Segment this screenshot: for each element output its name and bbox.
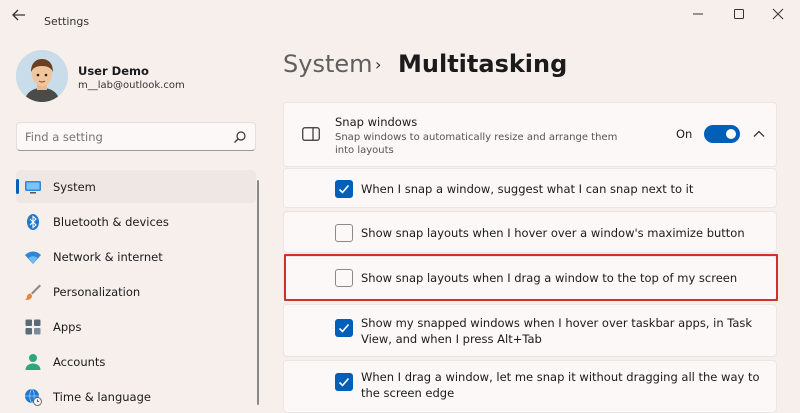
checkbox-suggest-snap[interactable]	[335, 180, 353, 198]
wifi-icon	[25, 251, 41, 264]
sidebar-item-label: System	[53, 180, 96, 194]
sidebar-item-label: Bluetooth & devices	[53, 215, 169, 229]
apps-icon	[25, 319, 41, 335]
sidebar-item-label: Accounts	[53, 355, 106, 369]
bluetooth-icon	[27, 214, 39, 230]
user-email: m__lab@outlook.com	[78, 80, 185, 91]
sidebar-item-label: Apps	[53, 320, 82, 334]
back-button[interactable]	[12, 8, 32, 26]
search-input[interactable]	[17, 123, 217, 150]
sidebar-item-label: Personalization	[53, 285, 141, 299]
option-label: When I drag a window, let me snap it wit…	[361, 370, 760, 400]
user-avatar-icon	[16, 50, 68, 102]
toggle-state-label: On	[676, 127, 693, 141]
arrow-left-icon	[12, 9, 25, 21]
search-icon[interactable]	[233, 130, 247, 144]
option-row-snap-without-edge[interactable]: When I drag a window, let me snap it wit…	[283, 360, 777, 413]
snap-layout-icon	[302, 127, 320, 141]
option-label: When I snap a window, suggest what I can…	[361, 182, 694, 196]
title-bar: Settings	[0, 0, 800, 34]
maximize-button[interactable]	[729, 8, 749, 26]
sidebar-item-network[interactable]: Network & internet	[16, 240, 256, 273]
user-name: User Demo	[78, 64, 149, 78]
option-label: Show snap layouts when I hover over a wi…	[361, 226, 745, 240]
breadcrumb-separator: ›	[375, 55, 382, 74]
option-row-suggest-snap[interactable]: When I snap a window, suggest what I can…	[283, 168, 777, 208]
option-row-hover-maximize[interactable]: Show snap layouts when I hover over a wi…	[283, 211, 777, 253]
snap-windows-card[interactable]: Snap windows Snap windows to automatical…	[283, 102, 777, 167]
minimize-icon	[693, 13, 703, 15]
sidebar-item-apps[interactable]: Apps	[16, 310, 256, 343]
checkbox-hover-maximize[interactable]	[335, 224, 353, 242]
person-icon	[25, 354, 41, 370]
sidebar-item-label: Network & internet	[53, 250, 163, 264]
sidebar-item-label: Time & language	[53, 390, 151, 404]
active-indicator	[16, 179, 19, 194]
page-title: Multitasking	[398, 50, 568, 78]
globe-clock-icon	[25, 388, 42, 406]
avatar[interactable]	[16, 50, 68, 102]
close-button[interactable]	[768, 8, 788, 26]
option-row-taskbar-snapped[interactable]: Show my snapped windows when I hover ove…	[283, 304, 777, 357]
snap-windows-toggle[interactable]	[704, 125, 740, 143]
highlight-box	[284, 254, 778, 301]
snap-windows-title: Snap windows	[335, 115, 418, 129]
search-box[interactable]	[16, 122, 256, 151]
sidebar-item-system[interactable]: System	[16, 170, 256, 203]
sidebar-item-bluetooth[interactable]: Bluetooth & devices	[16, 205, 256, 238]
checkmark-icon	[338, 184, 350, 194]
monitor-icon	[25, 181, 41, 194]
checkmark-icon	[338, 377, 350, 387]
maximize-icon	[734, 9, 744, 19]
checkmark-icon	[338, 323, 350, 333]
breadcrumb-parent[interactable]: System	[283, 50, 373, 78]
checkbox-taskbar-snapped[interactable]	[335, 319, 353, 337]
sidebar-scrollbar[interactable]	[257, 180, 259, 405]
chevron-up-icon[interactable]	[752, 127, 766, 141]
close-icon	[772, 8, 784, 20]
minimize-button[interactable]	[688, 8, 708, 26]
snap-windows-description: Snap windows to automatically resize and…	[335, 132, 618, 156]
sidebar-item-accounts[interactable]: Accounts	[16, 345, 256, 378]
sidebar-item-personalization[interactable]: Personalization	[16, 275, 256, 308]
window-title: Settings	[44, 15, 90, 28]
toggle-knob	[726, 129, 736, 139]
checkbox-snap-without-edge[interactable]	[335, 373, 353, 391]
brush-icon	[25, 284, 41, 300]
option-label: Show my snapped windows when I hover ove…	[361, 316, 753, 346]
sidebar-item-time-language[interactable]: Time & language	[16, 380, 256, 413]
